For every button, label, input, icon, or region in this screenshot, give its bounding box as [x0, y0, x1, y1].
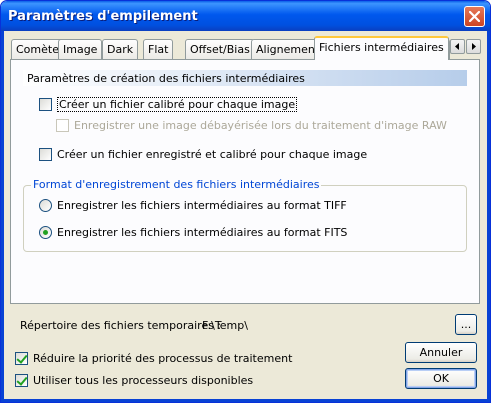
tab-scroll-right-button[interactable]: [466, 39, 481, 54]
tab-offset-bias[interactable]: Offset/Bias: [185, 39, 255, 59]
reduce-priority-label: Réduire la priorité des processus de tra…: [33, 352, 293, 365]
create-registered-checkbox[interactable]: [39, 148, 52, 161]
temp-dir-label: Répertoire des fichiers temporaires :: [20, 319, 222, 332]
tab-fichiers-intermediaires[interactable]: Fichiers intermédiaires: [314, 36, 449, 60]
tab-dark[interactable]: Dark: [102, 39, 139, 59]
create-registered-option[interactable]: Créer un fichier enregistré et calibré p…: [39, 148, 367, 161]
close-button[interactable]: [464, 6, 485, 27]
section-header: Paramètres de création des fichiers inte…: [23, 70, 467, 86]
format-fits-option[interactable]: Enregistrer les fichiers intermédiaires …: [39, 226, 347, 239]
create-calibrated-checkbox[interactable]: [39, 98, 52, 111]
create-registered-label: Créer un fichier enregistré et calibré p…: [57, 148, 368, 161]
tab-image[interactable]: Image: [58, 39, 103, 59]
stacking-settings-dialog: Paramètres d'empilement Comète Image Dar…: [0, 0, 491, 403]
window-title: Paramètres d'empilement: [8, 9, 198, 24]
arrow-left-icon: [455, 43, 459, 50]
create-calibrated-option[interactable]: Créer un fichier calibré pour chaque ima…: [39, 97, 298, 112]
save-debayered-option: Enregistrer une image débayérisée lors d…: [56, 119, 447, 132]
format-fits-label: Enregistrer les fichiers intermédiaires …: [57, 226, 348, 239]
temp-dir-value: F:\Temp\: [202, 319, 248, 332]
window-frame-bottom: [1, 399, 490, 402]
format-tiff-option[interactable]: Enregistrer les fichiers intermédiaires …: [39, 199, 347, 212]
format-fits-radio[interactable]: [39, 226, 52, 239]
title-bar[interactable]: Paramètres d'empilement: [1, 1, 490, 31]
tab-flat[interactable]: Flat: [143, 39, 174, 59]
close-icon: [469, 11, 480, 22]
browse-temp-dir-button[interactable]: ...: [455, 314, 477, 335]
tab-panel-intermediate-files: Paramètres de création des fichiers inte…: [10, 59, 480, 304]
save-debayered-label: Enregistrer une image débayérisée lors d…: [74, 119, 447, 132]
save-debayered-checkbox: [56, 119, 69, 132]
window-frame-left: [1, 31, 4, 402]
create-calibrated-label: Créer un fichier calibré pour chaque ima…: [57, 97, 298, 112]
format-tiff-radio[interactable]: [39, 199, 52, 212]
tab-scroll-left-button[interactable]: [450, 39, 465, 54]
format-groupbox: Format d'enregistrement des fichiers int…: [23, 178, 467, 252]
use-all-cpus-checkbox[interactable]: [15, 374, 28, 387]
ok-button[interactable]: OK: [405, 368, 477, 389]
use-all-cpus-option[interactable]: Utiliser tous les processeurs disponible…: [15, 374, 253, 387]
window-frame-right: [487, 31, 490, 402]
reduce-priority-option[interactable]: Réduire la priorité des processus de tra…: [15, 352, 292, 365]
arrow-right-icon: [472, 43, 476, 50]
tab-comete[interactable]: Comète: [11, 39, 64, 59]
reduce-priority-checkbox[interactable]: [15, 352, 28, 365]
cancel-button[interactable]: Annuler: [405, 342, 477, 363]
format-tiff-label: Enregistrer les fichiers intermédiaires …: [57, 199, 347, 212]
format-group-title: Format d'enregistrement des fichiers int…: [31, 178, 322, 191]
use-all-cpus-label: Utiliser tous les processeurs disponible…: [33, 374, 254, 387]
